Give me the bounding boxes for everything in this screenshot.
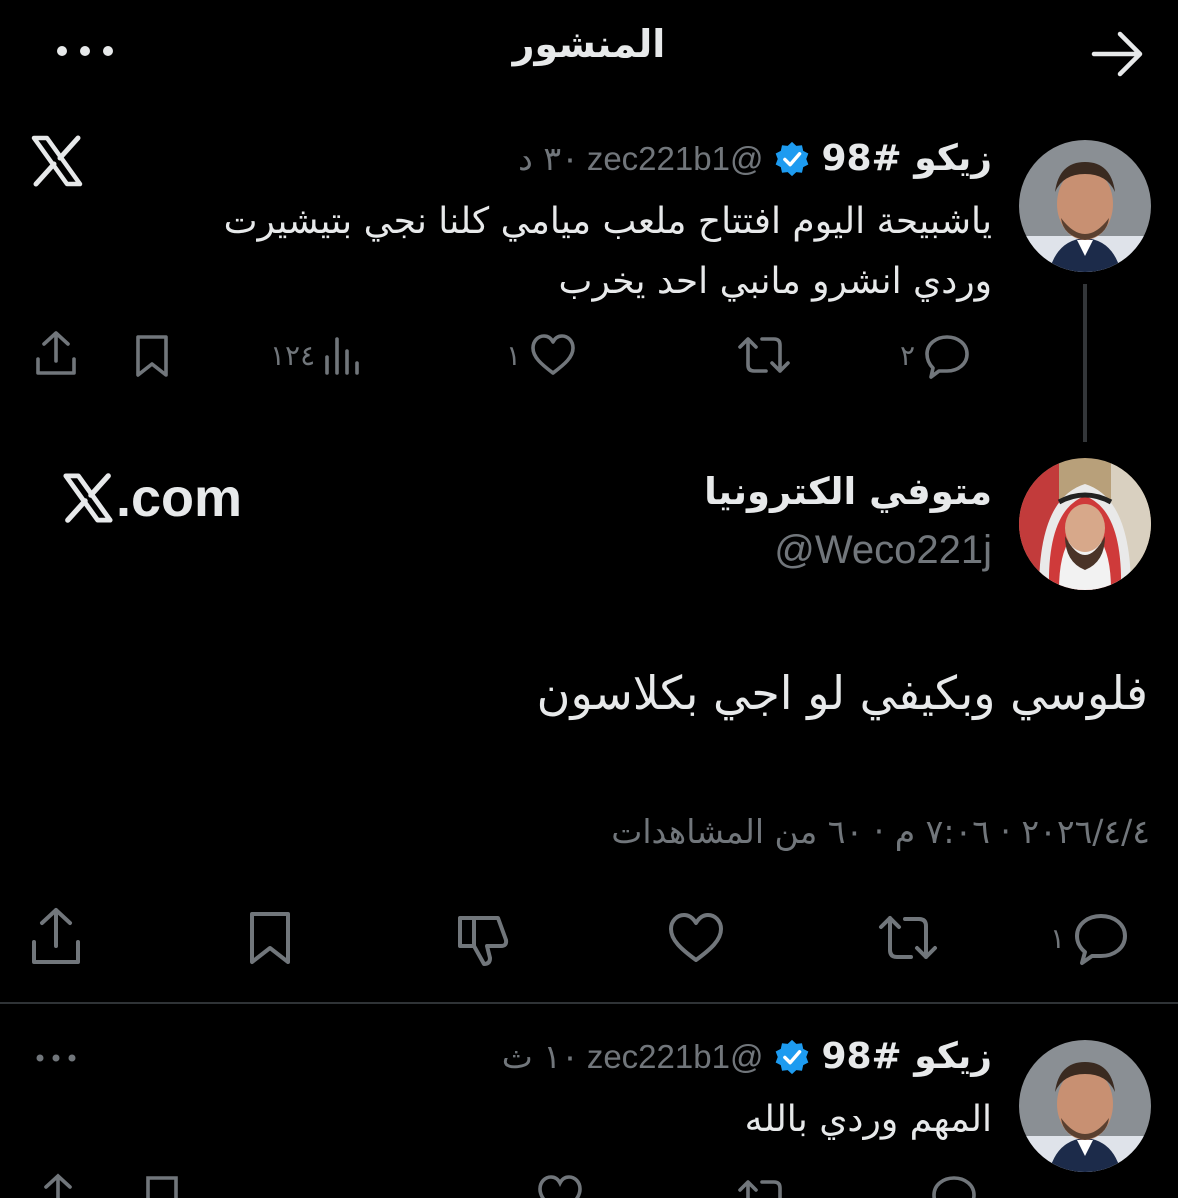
reply-icon xyxy=(925,335,969,379)
tweet-text: فلوسي وبكيفي لو اجي بكلاسون xyxy=(536,666,1148,720)
repost-icon xyxy=(879,916,937,959)
handle[interactable]: @Weco221j xyxy=(774,528,992,573)
timestamp[interactable]: ٣٠ د xyxy=(518,139,579,178)
x-logo-icon xyxy=(30,134,84,188)
views-count: ١٢٤ xyxy=(270,338,316,372)
heart-icon xyxy=(538,1175,582,1198)
tweet-actions: ١ xyxy=(0,906,1178,976)
share-icon xyxy=(36,331,76,375)
tweet-text-line: ياشبيحة اليوم افتتاح ملعب ميامي كلنا نجي… xyxy=(223,201,992,242)
tweet-meta[interactable]: ٢٠٢٦/٤/٤ · ٧:٠٦ م · ٦٠ من المشاهدات xyxy=(611,812,1150,851)
heart-icon xyxy=(531,334,575,375)
bookmark-icon xyxy=(136,335,168,377)
handle[interactable]: @zec221b1 xyxy=(587,140,764,178)
handle[interactable]: @zec221b1 xyxy=(587,1038,764,1076)
repost-icon xyxy=(738,337,790,373)
reply-icon xyxy=(1075,914,1128,965)
share-button[interactable] xyxy=(28,906,84,968)
bookmark-button[interactable] xyxy=(130,331,174,379)
reply-button[interactable]: ٢ xyxy=(900,331,971,379)
display-name[interactable]: متوفي الكترونيا xyxy=(704,470,992,513)
like-count: ١ xyxy=(506,338,522,372)
timestamp[interactable]: ١٠ ث xyxy=(502,1037,579,1076)
tweet-text: المهم وردي بالله xyxy=(744,1099,992,1140)
x-logo-icon xyxy=(63,473,113,523)
like-button[interactable]: ١ xyxy=(506,331,577,379)
bar-chart-icon xyxy=(325,337,359,375)
repost-button[interactable] xyxy=(736,331,792,379)
tweet-text: ياشبيحة اليوم افتتاح ملعب ميامي كلنا نجي… xyxy=(92,192,992,312)
reply-button[interactable]: ١ xyxy=(1050,910,1129,966)
verified-badge-icon xyxy=(776,1039,809,1074)
bookmark-icon xyxy=(250,912,290,964)
share-button[interactable] xyxy=(34,1172,82,1198)
heart-icon xyxy=(669,913,723,962)
repost-button[interactable] xyxy=(876,910,940,966)
top-bar: المنشور xyxy=(0,0,1178,104)
share-button[interactable] xyxy=(32,329,80,379)
tweet-header: زيكو #98 @zec221b1 ٣٠ د xyxy=(518,138,992,179)
like-button[interactable] xyxy=(536,1172,584,1198)
x-com-watermark: .com xyxy=(62,466,242,530)
avatar[interactable] xyxy=(1019,140,1151,272)
verified-badge-icon xyxy=(776,141,809,176)
display-name[interactable]: زيكو #98 xyxy=(821,138,992,179)
repost-button[interactable] xyxy=(736,1174,792,1198)
watermark-text: .com xyxy=(116,468,243,528)
thumbs-down-icon xyxy=(458,916,509,966)
divider xyxy=(0,1002,1178,1004)
arrow-right-icon[interactable] xyxy=(1088,24,1148,84)
share-icon xyxy=(32,908,80,964)
reply-count: ١ xyxy=(1050,921,1066,955)
reply-icon xyxy=(932,1176,976,1198)
avatar[interactable] xyxy=(1019,458,1151,590)
reply-button[interactable] xyxy=(930,1172,978,1198)
share-icon xyxy=(44,1173,72,1198)
bookmark-button[interactable] xyxy=(140,1172,184,1198)
more-horizontal-icon[interactable] xyxy=(50,36,120,66)
page-title: المنشور xyxy=(512,22,666,66)
bookmark-button[interactable] xyxy=(244,908,296,968)
reply-count: ٢ xyxy=(900,338,916,372)
views-button[interactable]: ١٢٤ xyxy=(270,333,363,377)
repost-icon xyxy=(738,1180,782,1198)
tweet-text-line: وردي انشرو مانبي احد يخرب xyxy=(558,261,992,302)
more-horizontal-icon[interactable] xyxy=(34,1048,78,1068)
avatar[interactable] xyxy=(1019,1040,1151,1172)
display-name[interactable]: زيكو #98 xyxy=(821,1036,992,1077)
tweet-actions xyxy=(0,1172,1178,1198)
like-button[interactable] xyxy=(666,910,726,966)
tweet-actions: ٢ ١ ١٢٤ xyxy=(0,325,1178,385)
bookmark-icon xyxy=(146,1176,178,1198)
dislike-button[interactable] xyxy=(454,910,514,968)
tweet-header: زيكو #98 @zec221b1 ١٠ ث xyxy=(502,1036,992,1077)
